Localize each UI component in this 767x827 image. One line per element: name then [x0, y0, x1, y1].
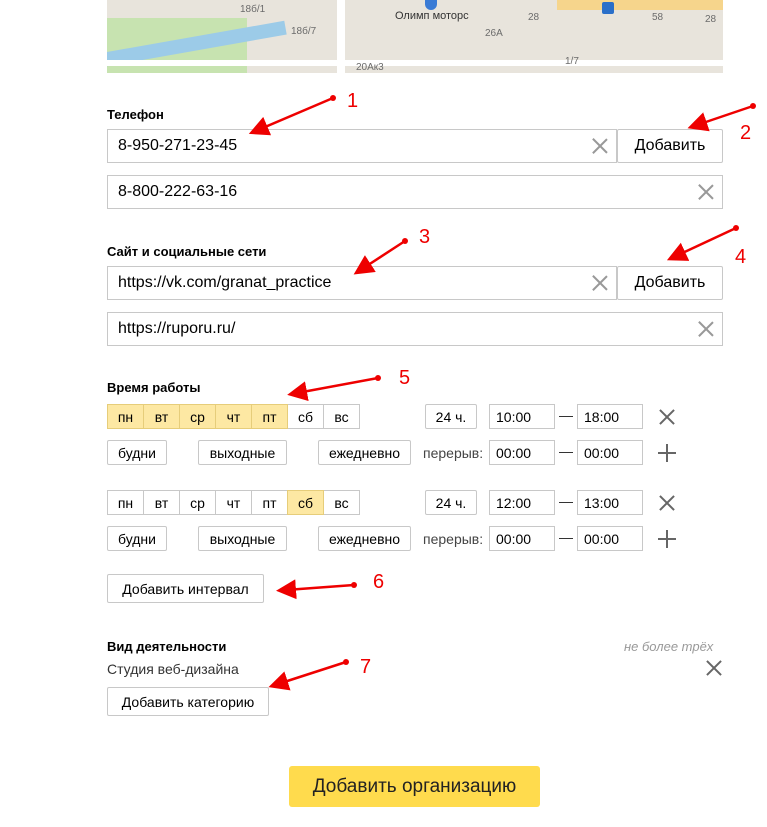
annotation-number: 3	[419, 226, 431, 248]
annotation-dot	[402, 238, 408, 244]
annotation-arrow	[248, 96, 334, 136]
annotation-number: 7	[360, 656, 372, 678]
annotation-number: 2	[740, 122, 752, 144]
day-toggle-wed[interactable]: ср	[179, 404, 216, 429]
annotation-arrow	[287, 376, 379, 402]
annotation-dot	[330, 95, 336, 101]
annotation-number: 5	[399, 367, 411, 389]
annotation-arrow	[353, 239, 406, 275]
day-toggle-mon[interactable]: пн	[107, 404, 144, 429]
annotation-arrow	[666, 226, 737, 261]
day-toggle-sat[interactable]: сб	[287, 490, 324, 515]
annotation-number: 4	[735, 246, 747, 268]
annotation-dot	[733, 225, 739, 231]
annotation-dot	[750, 103, 756, 109]
annotation-dot	[351, 582, 357, 588]
annotation-arrow	[268, 660, 347, 691]
day-toggle-thu[interactable]: чт	[215, 404, 252, 429]
annotation-arrow	[276, 579, 355, 600]
annotation-number: 6	[373, 571, 385, 593]
annotation-dot	[343, 659, 349, 665]
day-toggle-tue[interactable]: вт	[143, 404, 180, 429]
annotation-dot	[375, 375, 381, 381]
annotation-number: 1	[347, 90, 359, 112]
day-toggle-fri[interactable]: пт	[251, 404, 288, 429]
